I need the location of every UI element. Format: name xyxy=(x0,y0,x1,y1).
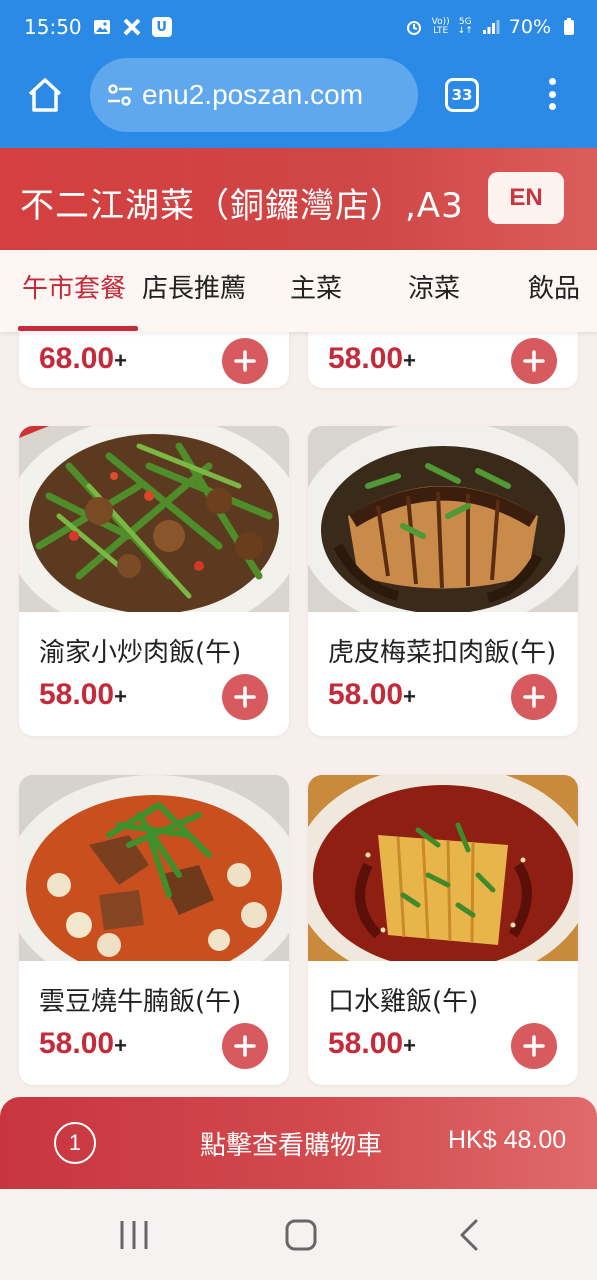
menu-dot xyxy=(548,78,556,85)
item-price: 58.00+ xyxy=(39,678,127,712)
browser-toolbar: enu2.poszan.com 33 xyxy=(0,54,597,148)
menu-card[interactable]: 68.00+ xyxy=(19,332,289,388)
price-suffix: + xyxy=(403,348,416,373)
app-badge-icon: U xyxy=(151,17,172,37)
menu-card[interactable]: 虎皮梅菜扣肉飯(午) 58.00+ xyxy=(308,426,578,736)
home-icon xyxy=(285,1219,317,1251)
site-settings-icon[interactable] xyxy=(104,79,136,111)
tab-switcher-button[interactable]: 33 xyxy=(445,78,479,112)
menu-card[interactable]: 58.00+ xyxy=(308,332,578,388)
price-suffix: + xyxy=(114,348,127,373)
add-to-cart-button[interactable] xyxy=(222,674,268,720)
item-price: 58.00+ xyxy=(39,1027,127,1061)
tab-manager-recommend[interactable]: 店長推薦 xyxy=(142,268,246,305)
net-bottom: ↓↑ xyxy=(457,26,473,36)
x-app-icon xyxy=(122,17,142,37)
back-icon xyxy=(460,1219,478,1251)
add-to-cart-button[interactable] xyxy=(511,1023,557,1069)
browser-menu-button[interactable] xyxy=(540,74,564,114)
item-price: 58.00+ xyxy=(328,342,416,376)
gallery-icon xyxy=(92,17,112,37)
menu-card[interactable]: 雲豆燒牛腩飯(午) 58.00+ xyxy=(19,775,289,1085)
price-suffix: + xyxy=(403,1033,416,1058)
plus-icon xyxy=(234,1035,256,1057)
address-bar[interactable]: enu2.poszan.com xyxy=(90,58,418,132)
plus-icon xyxy=(234,686,256,708)
item-price: 58.00+ xyxy=(328,1027,416,1061)
menu-dot xyxy=(548,103,556,110)
item-name: 虎皮梅菜扣肉飯(午) xyxy=(328,638,557,668)
price-suffix: + xyxy=(114,1033,127,1058)
price-value: 58.00 xyxy=(328,342,404,375)
battery-percent: 70% xyxy=(508,16,551,38)
recent-apps-button[interactable] xyxy=(114,1217,154,1253)
item-name: 渝家小炒肉飯(午) xyxy=(39,638,242,668)
add-to-cart-button[interactable] xyxy=(222,1023,268,1069)
5g-icon: 5G ↓↑ xyxy=(458,18,473,36)
item-price: 58.00+ xyxy=(328,678,416,712)
price-value: 58.00 xyxy=(39,678,115,711)
cart-total: HK$ 48.00 xyxy=(448,1126,567,1154)
add-to-cart-button[interactable] xyxy=(511,338,557,384)
tab-lunch-set[interactable]: 午市套餐 xyxy=(22,268,126,305)
menu-grid[interactable]: 68.00+ 58.00+ 渝家小炒肉飯(午) 58.00+ 虎皮梅菜扣肉飯(午… xyxy=(0,332,597,1097)
item-name: 口水雞飯(午) xyxy=(328,987,479,1017)
system-nav-bar xyxy=(0,1189,597,1280)
browser-home-button[interactable] xyxy=(24,74,66,116)
tab-drinks[interactable]: 飲品 xyxy=(528,268,580,305)
back-button[interactable] xyxy=(450,1217,490,1253)
dish-photo xyxy=(19,775,289,961)
alarm-icon xyxy=(404,17,424,37)
plus-icon xyxy=(523,1035,545,1057)
menu-card[interactable]: 口水雞飯(午) 58.00+ xyxy=(308,775,578,1085)
dish-photo xyxy=(308,775,578,961)
price-value: 58.00 xyxy=(328,1027,404,1060)
item-name: 雲豆燒牛腩飯(午) xyxy=(39,987,242,1017)
battery-icon xyxy=(559,17,579,37)
language-toggle-button[interactable]: EN xyxy=(488,172,564,224)
view-cart-label: 點擊查看購物車 xyxy=(200,1131,383,1161)
volte-icon: Vo)) LTE xyxy=(432,18,450,36)
price-value: 58.00 xyxy=(328,678,404,711)
price-value: 58.00 xyxy=(39,1027,115,1060)
add-to-cart-button[interactable] xyxy=(511,674,557,720)
price-suffix: + xyxy=(114,684,127,709)
menu-card[interactable]: 渝家小炒肉飯(午) 58.00+ xyxy=(19,426,289,736)
category-tabs: 午市套餐 店長推薦 主菜 涼菜 飲品 xyxy=(0,250,597,332)
tab-cold-dish[interactable]: 涼菜 xyxy=(408,268,460,305)
cart-count-badge: 1 xyxy=(54,1122,96,1164)
restaurant-name: 不二江湖菜（銅鑼灣店）,A3 xyxy=(20,186,464,226)
home-icon xyxy=(28,78,62,112)
home-button[interactable] xyxy=(281,1217,321,1253)
signal-icon xyxy=(481,17,501,37)
restaurant-header: 不二江湖菜（銅鑼灣店）,A3 EN xyxy=(0,148,597,250)
tab-main-dish[interactable]: 主菜 xyxy=(290,268,342,305)
status-time: 15:50 xyxy=(24,15,82,39)
view-cart-bar[interactable]: 1 點擊查看購物車 HK$ 48.00 xyxy=(0,1097,597,1189)
plus-icon xyxy=(523,350,545,372)
dish-photo xyxy=(19,426,289,612)
dish-photo xyxy=(308,426,578,612)
menu-dot xyxy=(548,90,556,98)
tab-count: 33 xyxy=(451,86,473,104)
plus-icon xyxy=(523,686,545,708)
active-tab-indicator xyxy=(18,326,138,331)
price-suffix: + xyxy=(403,684,416,709)
item-price: 68.00+ xyxy=(39,342,127,376)
url-text: enu2.poszan.com xyxy=(142,79,364,110)
add-to-cart-button[interactable] xyxy=(222,338,268,384)
price-value: 68.00 xyxy=(39,342,115,375)
plus-icon xyxy=(234,350,256,372)
volte-bottom: LTE xyxy=(433,26,449,36)
status-bar: 15:50 U Vo)) LTE 5G ↓↑ 70% xyxy=(0,0,597,54)
recent-apps-icon xyxy=(120,1221,148,1249)
